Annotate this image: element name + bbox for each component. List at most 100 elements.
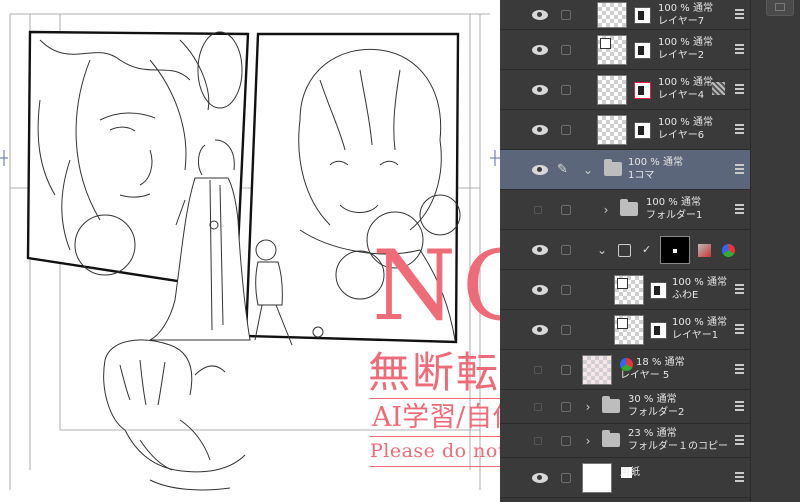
layer-type-icon bbox=[634, 81, 651, 99]
watermark-divider-mid bbox=[370, 436, 500, 437]
lock-toggle-icon[interactable] bbox=[561, 435, 571, 446]
layer-blend: 100 % 通常 bbox=[658, 3, 713, 14]
layer-menu-icon[interactable] bbox=[735, 400, 744, 413]
layer-thumbnail bbox=[597, 74, 627, 105]
frame-mask-thumbnail bbox=[660, 235, 690, 264]
lock-toggle-icon[interactable] bbox=[561, 244, 571, 255]
folder-icon bbox=[604, 158, 622, 176]
lock-toggle-icon[interactable] bbox=[561, 284, 571, 295]
layer-text: 100 % 通常 1コマ bbox=[628, 156, 683, 182]
layer-text: 100 % 通常 レイヤー1 bbox=[672, 316, 727, 342]
visibility-eye-icon[interactable] bbox=[532, 84, 548, 95]
visibility-eye-icon[interactable] bbox=[532, 44, 548, 55]
layer-row-selected[interactable]: ✎ ⌄ 100 % 通常 1コマ bbox=[500, 150, 750, 190]
layer-menu-icon[interactable] bbox=[735, 471, 744, 484]
layer-text: 100 % 通常 レイヤー2 bbox=[658, 36, 713, 62]
layer-row[interactable]: ⌄ ✓ bbox=[500, 230, 750, 270]
layer-row[interactable]: 100 % 通常 レイヤー1 bbox=[500, 310, 750, 350]
layer-menu-icon[interactable] bbox=[735, 434, 744, 447]
raster-kind-icon bbox=[617, 317, 628, 329]
layer-text: 100 % 通常 レイヤー4 bbox=[658, 76, 713, 102]
layer-blend: 30 % 通常 bbox=[628, 394, 677, 405]
layer-menu-icon[interactable] bbox=[735, 203, 744, 216]
layer-name: レイヤー6 bbox=[658, 130, 705, 141]
folder-icon bbox=[602, 395, 620, 413]
lock-toggle-icon[interactable] bbox=[561, 9, 571, 20]
visibility-eye-icon[interactable] bbox=[532, 284, 548, 295]
visibility-off-icon[interactable] bbox=[534, 205, 542, 214]
layer-blend: 100 % 通常 bbox=[658, 77, 713, 88]
layer-menu-icon[interactable] bbox=[735, 283, 744, 296]
texture-icon bbox=[712, 81, 725, 95]
folder-icon bbox=[602, 429, 620, 447]
layer-text: 23 % 通常 フォルダー１のコピー bbox=[628, 427, 728, 453]
layer-row[interactable]: 100 % 通常 レイヤー7 bbox=[500, 0, 750, 30]
layer-text: 用紙 bbox=[620, 464, 640, 479]
raster-kind-icon bbox=[600, 37, 611, 49]
panel-menu-icon bbox=[775, 3, 785, 11]
watermark-ai-notice: AI学習/自作発言 bbox=[372, 402, 500, 433]
visibility-eye-icon[interactable] bbox=[532, 324, 548, 335]
layer-row[interactable]: 100 % 通常 レイヤー2 bbox=[500, 30, 750, 70]
watermark-divider-top bbox=[370, 398, 500, 399]
layer-menu-icon[interactable] bbox=[735, 8, 744, 21]
layer-thumbnail bbox=[582, 354, 612, 385]
visibility-eye-icon[interactable] bbox=[532, 124, 548, 135]
layer-name: 用紙 bbox=[620, 467, 640, 478]
color-icon[interactable] bbox=[722, 243, 735, 257]
layer-menu-icon[interactable] bbox=[735, 363, 744, 376]
lock-toggle-icon[interactable] bbox=[561, 472, 571, 483]
lock-toggle-icon[interactable] bbox=[561, 324, 571, 335]
layer-row[interactable]: 100 % 通常 レイヤー6 bbox=[500, 110, 750, 150]
chevron-down-icon[interactable]: ⌄ bbox=[582, 162, 594, 178]
pen-edit-icon[interactable]: ✎ bbox=[557, 162, 573, 178]
layer-thumbnail bbox=[597, 34, 627, 65]
chevron-down-icon[interactable]: ⌄ bbox=[596, 242, 608, 258]
layer-row[interactable]: › 23 % 通常 フォルダー１のコピー bbox=[500, 424, 750, 458]
visibility-off-icon[interactable] bbox=[534, 365, 542, 374]
layer-thumbnail bbox=[597, 114, 627, 145]
layer-name: フォルダー１のコピー bbox=[628, 441, 728, 452]
layer-text: 18 % 通常 レイヤー 5 bbox=[620, 356, 685, 382]
lock-toggle-icon[interactable] bbox=[561, 44, 571, 55]
layer-row[interactable]: › 100 % 通常 フォルダー1 bbox=[500, 190, 750, 230]
layer-row[interactable]: 100 % 通常 ふわE bbox=[500, 270, 750, 310]
layer-blend: 23 % 通常 bbox=[628, 428, 677, 439]
chevron-right-icon[interactable]: › bbox=[600, 202, 612, 218]
layer-row[interactable]: › 30 % 通常 フォルダー2 bbox=[500, 390, 750, 424]
visibility-eye-icon[interactable] bbox=[532, 244, 548, 255]
layer-row[interactable]: 18 % 通常 レイヤー 5 bbox=[500, 350, 750, 390]
watermark-no-repost-jp: 無断転載 bbox=[368, 348, 500, 397]
folder-icon bbox=[620, 198, 638, 216]
drawing-canvas[interactable]: NG 無断転載 AI学習/自作発言 Please do not repost. bbox=[0, 0, 500, 502]
layer-thumbnail bbox=[597, 1, 627, 28]
ruler-icon[interactable] bbox=[698, 243, 711, 257]
raster-kind-icon bbox=[617, 277, 628, 289]
layer-menu-icon[interactable] bbox=[735, 163, 744, 176]
layer-row[interactable]: 用紙 bbox=[500, 458, 750, 498]
lock-toggle-icon[interactable] bbox=[561, 204, 571, 215]
visibility-eye-icon[interactable] bbox=[532, 164, 548, 175]
panel-scroll-strip[interactable] bbox=[750, 0, 800, 502]
layer-menu-icon[interactable] bbox=[735, 323, 744, 336]
visibility-off-icon[interactable] bbox=[534, 436, 542, 445]
lock-toggle-icon[interactable] bbox=[561, 84, 571, 95]
chevron-right-icon[interactable]: › bbox=[582, 399, 594, 415]
layer-menu-icon[interactable] bbox=[735, 123, 744, 136]
chevron-right-icon[interactable]: › bbox=[582, 433, 594, 449]
watermark-ng: NG bbox=[372, 230, 500, 342]
check-icon[interactable]: ✓ bbox=[642, 243, 651, 256]
layer-row[interactable]: 100 % 通常 レイヤー4 bbox=[500, 70, 750, 110]
lock-toggle-icon[interactable] bbox=[561, 364, 571, 375]
frame-border-icon bbox=[618, 243, 631, 257]
lock-toggle-icon[interactable] bbox=[561, 401, 571, 412]
visibility-eye-icon[interactable] bbox=[532, 9, 548, 20]
layer-blend: 100 % 通常 bbox=[658, 37, 713, 48]
layer-menu-icon[interactable] bbox=[735, 83, 744, 96]
lock-toggle-icon[interactable] bbox=[561, 124, 571, 135]
panel-menu-button[interactable] bbox=[766, 0, 794, 16]
visibility-off-icon[interactable] bbox=[534, 402, 542, 411]
layer-type-icon bbox=[634, 121, 651, 139]
visibility-eye-icon[interactable] bbox=[532, 472, 548, 483]
layer-menu-icon[interactable] bbox=[735, 43, 744, 56]
